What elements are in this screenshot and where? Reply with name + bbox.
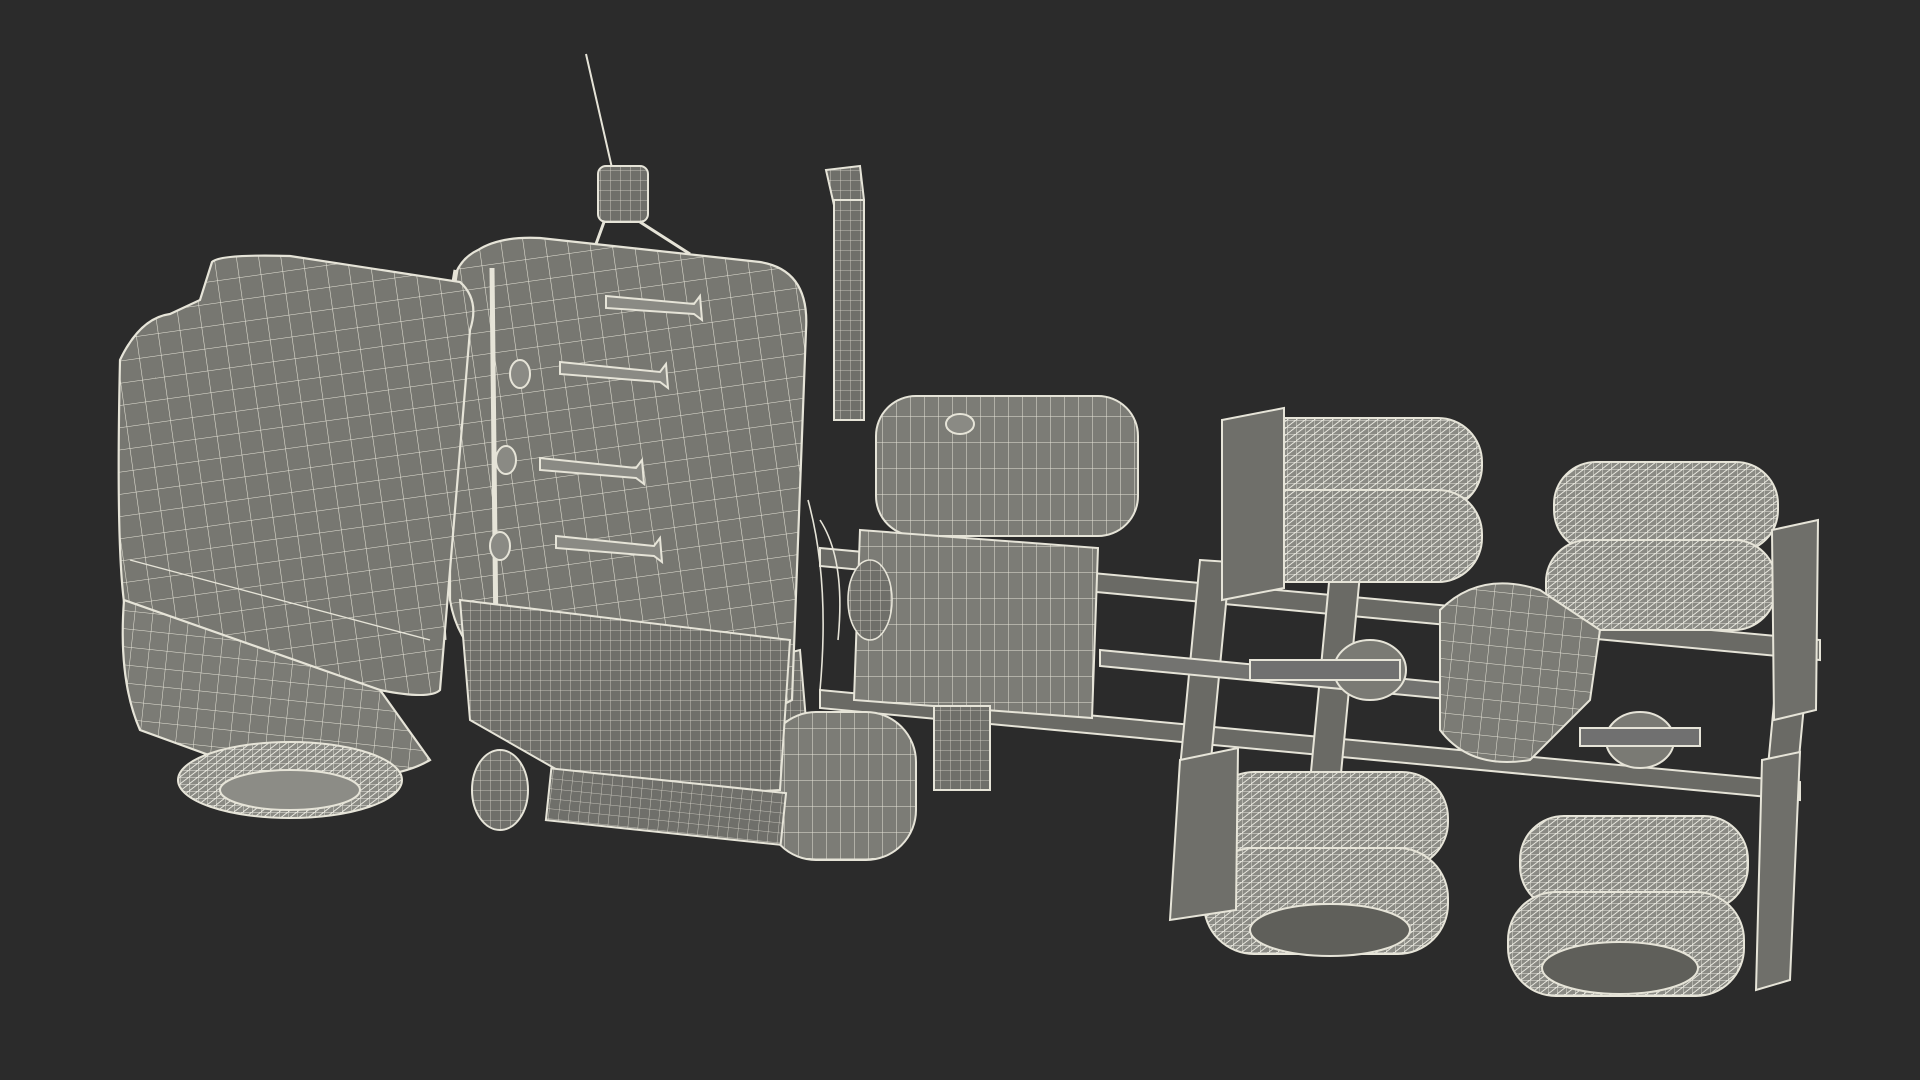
side-mirror: [594, 165, 691, 256]
render-viewport: [0, 0, 1920, 1080]
antenna: [585, 53, 613, 169]
front-wheel: [177, 741, 529, 831]
lower-fuel-tank: [765, 711, 917, 861]
truck-wireframe-render: [117, 53, 1821, 997]
hood: [117, 254, 475, 780]
fuel-tank: [875, 395, 1139, 537]
